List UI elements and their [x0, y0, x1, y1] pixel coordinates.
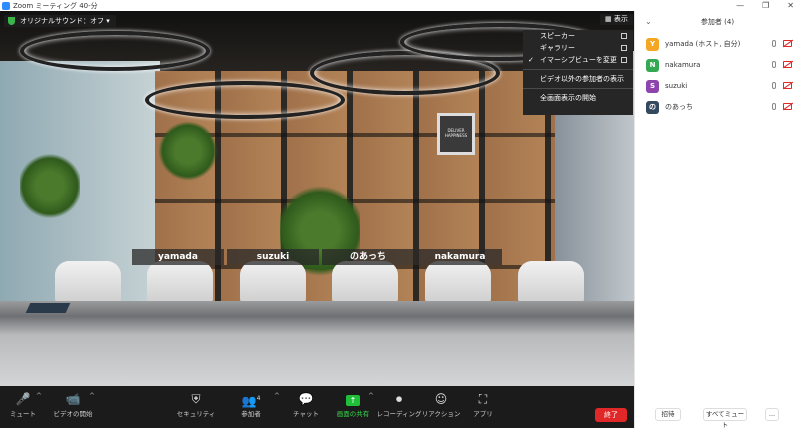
menu-item-immersive[interactable]: ✓ イマーシブビューを変更 — [523, 54, 633, 66]
reaction-icon: ☺ — [434, 392, 448, 406]
chair — [425, 261, 491, 303]
microphone-icon[interactable] — [772, 40, 776, 47]
invite-button[interactable]: 招待 — [655, 408, 681, 421]
menu-item-fullscreen[interactable]: 全画面表示の開始 — [523, 92, 633, 104]
participant-row[interactable]: N nakamura — [635, 55, 800, 75]
participant-row[interactable]: S suzuki — [635, 76, 800, 96]
minimize-button[interactable]: — — [736, 0, 744, 11]
security-button[interactable]: ⛨ セキュリティ — [173, 390, 219, 418]
shield-icon: ⛨ — [191, 392, 201, 406]
plant — [20, 151, 80, 221]
restore-button[interactable]: ❐ — [762, 0, 769, 11]
chevron-up-icon[interactable]: ^ — [89, 392, 95, 400]
wall-poster: DELIVER HAPPINESS — [437, 113, 475, 155]
chevron-up-icon[interactable]: ^ — [368, 392, 374, 400]
menu-item-speaker[interactable]: スピーカー — [523, 30, 633, 42]
chat-button[interactable]: 💬 チャット — [283, 390, 329, 418]
speaker-view-icon — [621, 33, 627, 39]
menu-divider — [523, 88, 633, 89]
video-off-icon[interactable] — [783, 82, 792, 89]
chevron-up-icon[interactable]: ^ — [36, 392, 42, 400]
original-sound-toggle[interactable]: オリジナルサウンド：オフ ▾ — [4, 15, 116, 27]
meeting-toolbar: 🎤 ミュート ^ 📹 ビデオの開始 ^ ⛨ セキュリティ 👥4 参加者 ^ 💬 … — [0, 386, 634, 428]
video-off-icon[interactable] — [783, 61, 792, 68]
record-icon: ⏺ — [395, 392, 402, 406]
participants-title: 参加者 (4) — [700, 18, 735, 26]
more-options-button[interactable]: ... — [765, 408, 779, 421]
conference-table — [0, 301, 634, 386]
chat-icon: 💬 — [298, 392, 314, 406]
plant — [158, 121, 218, 181]
apps-icon: ⛶ — [478, 392, 488, 406]
avatar: N — [646, 59, 659, 72]
participants-button[interactable]: 👥4 参加者 — [228, 390, 274, 418]
participants-panel: ⌄ 参加者 (4) Y yamada (ホスト, 自分) N nakamura … — [634, 11, 800, 429]
menu-item-gallery[interactable]: ギャラリー — [523, 42, 633, 54]
participant-name: yamada (ホスト, 自分) — [665, 40, 741, 48]
participant-count: 4 — [256, 395, 261, 402]
ceiling-light-ring — [145, 81, 345, 119]
participant-row[interactable]: Y yamada (ホスト, 自分) — [635, 34, 800, 54]
chair — [55, 261, 121, 303]
ceiling-light-ring — [20, 31, 210, 71]
end-meeting-button[interactable]: 終了 — [595, 408, 627, 422]
microphone-icon[interactable] — [772, 103, 776, 110]
chair — [332, 261, 398, 303]
record-button[interactable]: ⏺ レコーディング — [376, 390, 422, 418]
participant-name: suzuki — [665, 82, 688, 90]
share-screen-icon: ↑ — [346, 395, 360, 406]
close-window-button[interactable]: ✕ — [787, 0, 794, 11]
apps-button[interactable]: ⛶ アプリ — [460, 390, 506, 418]
microphone-icon[interactable] — [772, 61, 776, 68]
participant-row[interactable]: の のあっち — [635, 97, 800, 117]
tablet-on-table — [25, 303, 71, 313]
immersive-view-icon — [621, 57, 627, 63]
chair — [518, 261, 584, 303]
title-bar: Zoom ミーティング 40-分 — ❐ ✕ — [0, 0, 800, 11]
video-off-icon[interactable] — [783, 103, 792, 110]
chair — [240, 261, 306, 303]
mute-all-button[interactable]: すべてミュート — [703, 408, 747, 429]
view-menu: スピーカー ギャラリー ✓ イマーシブビューを変更 ビデオ以外の参加者の表示 全… — [523, 30, 633, 115]
participant-name-tag[interactable]: のあっち — [322, 249, 414, 265]
participant-name-tag[interactable]: nakamura — [418, 249, 502, 265]
shield-icon — [8, 17, 15, 25]
microphone-icon[interactable] — [772, 82, 776, 89]
check-icon: ✓ — [528, 56, 534, 64]
participants-header: ⌄ 参加者 (4) — [635, 11, 800, 33]
participants-footer: 招待 すべてミュート ... — [635, 405, 800, 429]
view-button[interactable]: ▦ 表示 — [600, 14, 633, 25]
avatar: Y — [646, 38, 659, 51]
chevron-up-icon[interactable]: ^ — [274, 392, 280, 400]
participant-name: のあっち — [665, 103, 693, 111]
avatar: S — [646, 80, 659, 93]
zoom-app-icon — [2, 1, 10, 10]
participant-name-tag[interactable]: yamada — [132, 249, 224, 265]
participants-icon: 👥4 — [241, 394, 261, 408]
menu-item-show-non-video[interactable]: ビデオ以外の参加者の表示 — [523, 73, 633, 85]
window-title: Zoom ミーティング 40-分 — [13, 1, 98, 10]
chair — [147, 261, 213, 303]
avatar: の — [646, 101, 659, 114]
reactions-button[interactable]: ☺ リアクション — [418, 390, 464, 418]
menu-divider — [523, 69, 633, 70]
gallery-view-icon — [621, 45, 627, 51]
window-controls: — ❐ ✕ — [736, 0, 794, 11]
meeting-area: DELIVER HAPPINESS yamada suzuki のあっち nak… — [0, 11, 634, 428]
participant-name-tag[interactable]: suzuki — [227, 249, 319, 265]
video-off-icon[interactable] — [783, 40, 792, 47]
participant-name: nakamura — [665, 61, 701, 69]
chevron-down-icon[interactable]: ⌄ — [645, 11, 652, 33]
